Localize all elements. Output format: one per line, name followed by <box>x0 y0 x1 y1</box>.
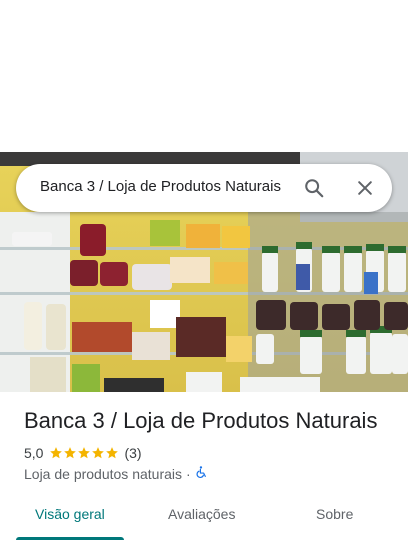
search-icon[interactable] <box>302 176 326 200</box>
star-rating <box>49 446 119 460</box>
rating-value: 5,0 <box>24 445 44 461</box>
tab-about[interactable]: Sobre <box>316 506 353 522</box>
star-icon <box>64 447 77 459</box>
category-row: Loja de produtos naturais · <box>24 465 208 482</box>
review-count[interactable]: (3) <box>124 445 141 461</box>
search-input[interactable]: Banca 3 / Loja de Produtos Naturais <box>40 178 281 195</box>
star-icon <box>78 447 91 459</box>
star-icon <box>50 447 63 459</box>
tab-reviews[interactable]: Avaliações <box>168 506 235 522</box>
tab-bar: Visão geral Avaliações Sobre <box>0 492 408 544</box>
star-icon <box>106 447 119 459</box>
wheelchair-icon <box>195 465 208 482</box>
close-icon[interactable] <box>353 176 377 200</box>
rating-row[interactable]: 5,0 (3) <box>24 444 142 462</box>
place-category: Loja de produtos naturais <box>24 465 182 482</box>
place-title: Banca 3 / Loja de Produtos Naturais <box>24 408 378 433</box>
search-bar[interactable]: Banca 3 / Loja de Produtos Naturais <box>16 164 392 212</box>
tab-overview[interactable]: Visão geral <box>35 506 105 522</box>
star-icon <box>92 447 105 459</box>
active-tab-indicator <box>16 537 124 540</box>
separator: · <box>186 465 191 482</box>
